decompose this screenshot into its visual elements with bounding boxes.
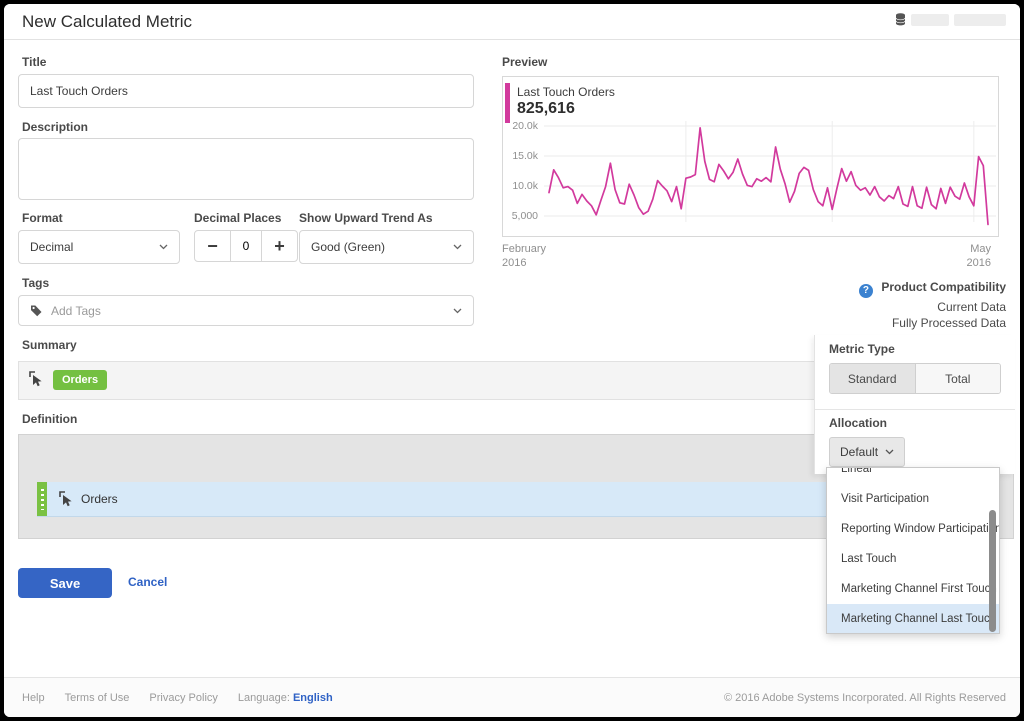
summary-label: Summary [22, 338, 77, 352]
title-input[interactable]: Last Touch Orders [18, 74, 474, 108]
trend-select[interactable]: Good (Green) [299, 230, 474, 264]
chevron-down-icon [453, 308, 462, 314]
summary-metric-pill[interactable]: Orders [53, 370, 107, 390]
allocation-dropdown-button[interactable]: Default [829, 437, 905, 467]
drag-dots-icon [41, 489, 44, 510]
x-axis-start-label: February2016 [502, 242, 546, 270]
allocation-dropdown-menu: LinearVisit ParticipationReporting Windo… [826, 467, 1000, 634]
drag-handle[interactable] [37, 482, 47, 516]
redacted-suite-name [954, 14, 1006, 26]
allocation-option[interactable]: Marketing Channel First Touch [827, 574, 999, 604]
window-frame: New Calculated Metric Title Last Touch O… [0, 0, 1024, 721]
title-input-value: Last Touch Orders [30, 84, 128, 98]
tags-label: Tags [22, 276, 49, 290]
footer-link[interactable]: Help [22, 692, 45, 704]
format-label: Format [22, 211, 63, 225]
help-question-icon[interactable]: ? [859, 284, 873, 298]
minus-icon: − [207, 236, 218, 257]
page-title: New Calculated Metric [22, 12, 192, 32]
decimal-places-label: Decimal Places [194, 211, 281, 225]
language-label: Language: [238, 692, 290, 704]
decrement-button[interactable]: − [194, 230, 231, 262]
product-compatibility: ? Product Compatibility Current Data Full… [859, 280, 1006, 330]
report-suite-selector[interactable] [895, 13, 1006, 26]
description-textarea[interactable] [18, 138, 474, 200]
new-calculated-metric-dialog: New Calculated Metric Title Last Touch O… [4, 4, 1020, 717]
click-cursor-icon [59, 491, 75, 508]
footer-link[interactable]: Privacy Policy [149, 692, 217, 704]
chevron-down-icon [885, 449, 894, 455]
preview-label: Preview [502, 55, 547, 69]
definition-metric-name: Orders [81, 492, 118, 506]
allocation-option[interactable]: Marketing Channel Last Touch [827, 604, 999, 634]
format-value: Decimal [30, 240, 73, 254]
metric-type-standard-button[interactable]: Standard [830, 364, 916, 393]
dropdown-scrollbar[interactable] [989, 510, 996, 632]
footer: Help Terms of Use Privacy Policy Language: … [4, 677, 1020, 717]
metric-settings-panel: Metric Type Standard Total Allocation De… [814, 335, 1015, 474]
trend-value: Good (Green) [311, 240, 385, 254]
footer-link[interactable]: Terms of Use [65, 692, 130, 704]
format-select[interactable]: Decimal [18, 230, 180, 264]
allocation-selected-value: Default [840, 445, 878, 459]
y-axis-tick-label: 15.0k [502, 150, 538, 162]
allocation-option[interactable]: Reporting Window Participation [827, 514, 999, 544]
database-icon [895, 13, 906, 26]
allocation-label: Allocation [829, 416, 887, 430]
tags-select[interactable]: Add Tags [18, 295, 474, 326]
decimal-places-stepper: − 0 + [194, 230, 298, 262]
title-label: Title [22, 55, 46, 69]
metric-type-label: Metric Type [829, 342, 895, 356]
x-axis-end-label: May2016 [967, 242, 991, 270]
trend-label: Show Upward Trend As [299, 211, 433, 225]
tag-icon [30, 304, 43, 317]
click-cursor-icon [29, 371, 45, 388]
compatibility-item: Fully Processed Data [859, 316, 1006, 330]
compatibility-title: Product Compatibility [881, 280, 1006, 294]
chevron-down-icon [159, 244, 168, 250]
language-link[interactable]: English [293, 692, 333, 704]
description-label: Description [22, 120, 88, 134]
allocation-option[interactable]: Linear [827, 467, 999, 484]
dialog-header: New Calculated Metric [4, 4, 1020, 40]
allocation-option[interactable]: Last Touch [827, 544, 999, 574]
definition-label: Definition [22, 412, 77, 426]
y-axis-tick-label: 5,000 [502, 210, 538, 222]
metric-type-segmented-control: Standard Total [829, 363, 1001, 394]
redacted-suite-name [911, 14, 949, 26]
line-chart [544, 116, 996, 234]
chevron-down-icon [453, 244, 462, 250]
compatibility-item: Current Data [859, 300, 1006, 314]
divider [815, 409, 1015, 410]
legend-series-name: Last Touch Orders [517, 85, 615, 99]
tags-placeholder: Add Tags [51, 304, 101, 318]
y-axis-tick-label: 20.0k [502, 120, 538, 132]
save-button[interactable]: Save [18, 568, 112, 598]
y-axis-tick-label: 10.0k [502, 180, 538, 192]
language-selector: Language: English [238, 692, 333, 704]
plus-icon: + [274, 236, 285, 257]
decimal-places-value[interactable]: 0 [231, 230, 261, 262]
cancel-button[interactable]: Cancel [128, 575, 167, 589]
footer-links: Help Terms of Use Privacy Policy Language: … [22, 692, 333, 704]
metric-type-total-button[interactable]: Total [916, 364, 1001, 393]
legend-color-bar [505, 83, 510, 123]
increment-button[interactable]: + [261, 230, 298, 262]
allocation-option[interactable]: Visit Participation [827, 484, 999, 514]
copyright-text: © 2016 Adobe Systems Incorporated. All R… [724, 692, 1006, 704]
